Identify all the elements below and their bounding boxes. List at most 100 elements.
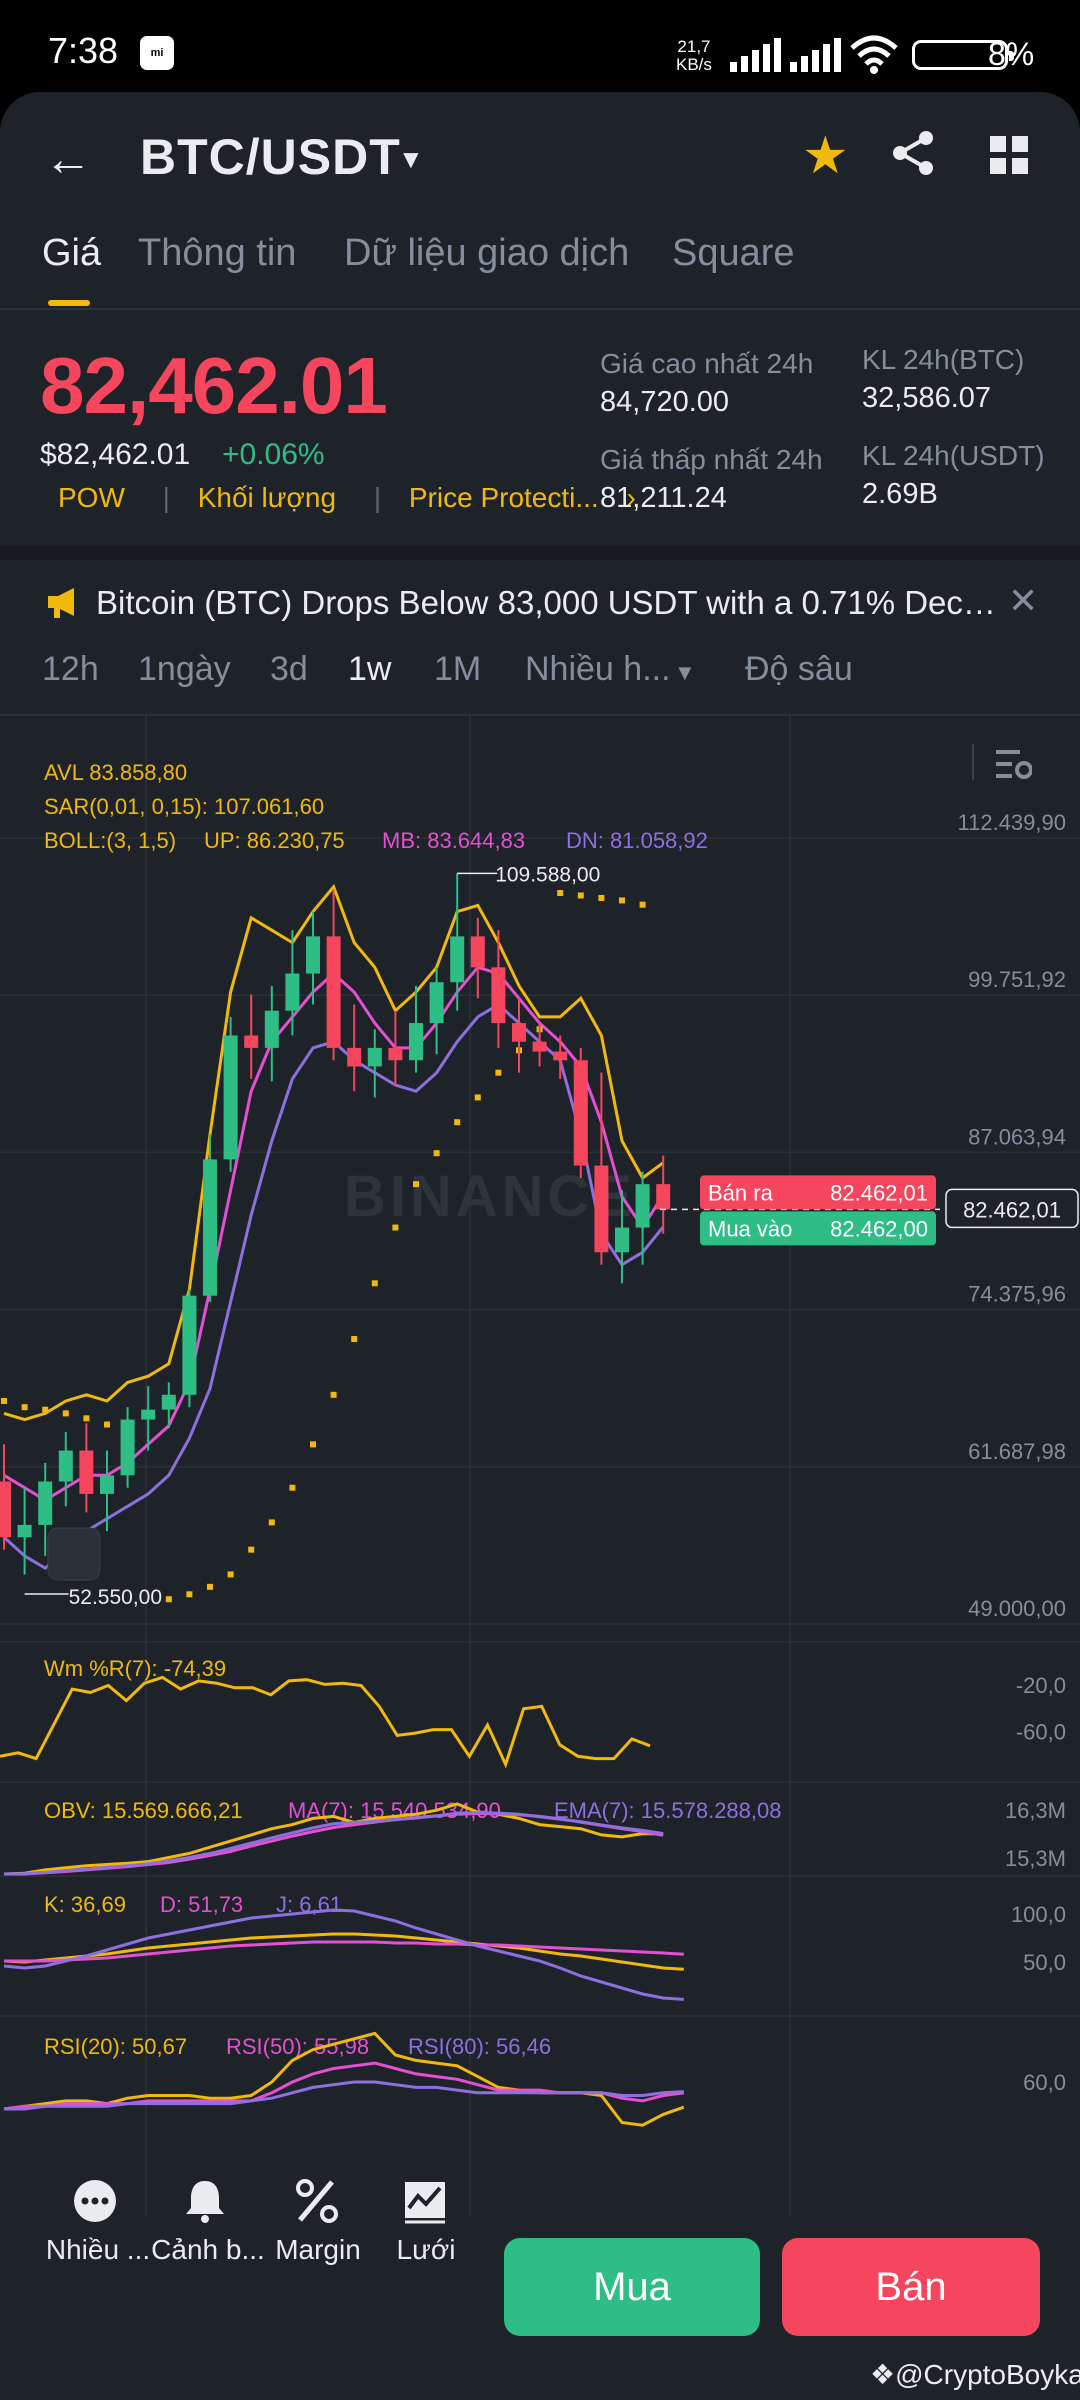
kdj-k-label: K: 36,69 [44,1892,126,1917]
vol-usdt-label: KL 24h(USDT) [862,440,1045,471]
tag-pow[interactable]: POW [58,482,125,513]
sar-dot [227,1571,234,1578]
close-icon[interactable]: ✕ [1008,580,1038,622]
section-tabs: Giá Thông tin Dữ liệu giao dịch Square [0,232,1080,312]
more-button[interactable]: Nhiều ... [38,2234,158,2266]
network-speed-value: 21,7 [677,37,711,56]
sar-dot [474,1094,481,1101]
low-24h-label: Giá thấp nhất 24h [600,444,823,475]
alert-button[interactable]: Cảnh b... [148,2234,268,2266]
candle-body [429,982,444,1024]
share-icon[interactable] [890,130,936,176]
timeframe-1d[interactable]: 1ngày [138,650,231,689]
usd-price: $82,462.01 [40,438,191,471]
timeframe-1w[interactable]: 1w [348,650,391,689]
vol-btc-value: 32,586.07 [862,382,992,414]
candle-body [553,1051,568,1061]
reset-zoom-icon [47,1527,101,1581]
sar-dot [310,1441,316,1448]
grid-menu-icon[interactable] [990,136,1028,174]
signal-icon [730,38,781,72]
min-price-label: 52.550,00 [69,1586,162,1609]
sar-dot [62,1410,69,1417]
sell-label: Bán ra [708,1180,774,1205]
candle-body [326,936,341,1048]
back-arrow-icon[interactable]: ← [44,132,92,187]
tab-info[interactable]: Thông tin [138,232,296,275]
candle-body [615,1227,629,1253]
boll-mb-label: MB: 83.644,83 [382,828,525,853]
candle-body [470,936,485,968]
sar-dot [83,1415,90,1422]
timeframe-more[interactable]: Nhiều h... [525,650,671,689]
rsi80-label: RSI(80): 56,46 [408,2034,551,2059]
candle-body [594,1165,609,1253]
megaphone-icon [48,588,74,618]
sar-dot [639,901,646,908]
obv-tick: 16,3M [1005,1798,1066,1823]
candle-body [120,1419,135,1476]
margin-percent-icon[interactable] [294,2178,340,2224]
tag-volume[interactable]: Khối lượng [198,482,336,513]
margin-button[interactable]: Margin [258,2234,378,2266]
y-axis-tick-label: 74.375,96 [968,1282,1066,1307]
news-ticker[interactable]: Bitcoin (BTC) Drops Below 83,000 USDT wi… [0,560,1080,644]
sar-dot [268,1519,275,1526]
tab-trading-data[interactable]: Dữ liệu giao dịch [344,232,629,275]
candle-body [223,1035,238,1160]
trading-pair-title[interactable]: BTC/USDT [140,128,401,186]
wr-tick: -20,0 [1016,1673,1066,1698]
signal-icon-2 [790,38,841,72]
tab-square[interactable]: Square [672,232,795,275]
sar-dot [104,1421,110,1428]
bell-icon[interactable] [182,2178,228,2224]
sar-dot [248,1546,255,1553]
candle-body [100,1475,114,1494]
watermark-text: @CryptoBoyka [895,2359,1080,2390]
candle-body [264,1010,279,1048]
candle-body [203,1159,217,1296]
status-time: 7:38 [48,30,119,71]
candle-body [244,1035,259,1048]
depth-tab[interactable]: Độ sâu [745,650,853,689]
price-change-percent: +0.06% [222,438,325,471]
candle-body [573,1060,588,1166]
status-bar: 7:38 mi 21,7 KB/s 8% [0,0,1080,100]
sar-dot [577,892,584,899]
y-axis-tick-label: 49.000,00 [968,1596,1066,1621]
rsi50-line [3,2061,684,2111]
chevron-down-icon[interactable]: ▼ [674,660,696,686]
obv-tick: 15,3M [1005,1846,1066,1871]
news-headline[interactable]: Bitcoin (BTC) Drops Below 83,000 USDT wi… [96,584,996,622]
more-dots-icon[interactable] [72,2178,118,2224]
candle-body [388,1047,403,1061]
candle-body [161,1394,176,1410]
tab-price[interactable]: Giá [42,232,101,275]
favorite-star-icon[interactable]: ★ [802,126,849,186]
avl-label: AVL 83.858,80 [44,760,187,785]
diamond-logo-icon: ❖ [870,2359,896,2390]
pair-dropdown-caret-icon[interactable]: ▼ [398,144,424,175]
timeframe-1m[interactable]: 1M [434,650,481,689]
sar-dot [330,1391,337,1398]
sar-dot [186,1591,193,1598]
tag-price-protection[interactable]: Price Protecti... [409,482,599,513]
price-chart[interactable]: 112.439,90 99.751,92 87.063,94 74.375,96 61.… [0,716,1080,2216]
buy-price: 82.462,00 [830,1216,928,1241]
vol-btc-label: KL 24h(BTC) [862,344,1025,375]
grid-trading-icon[interactable] [402,2178,448,2224]
network-speed: 21,7 KB/s [676,38,712,74]
grid-button[interactable]: Lưới [366,2234,486,2266]
buy-button[interactable]: Mua [504,2238,760,2336]
obv-label: OBV: 15.569.666,21 [44,1798,243,1823]
y-axis-tick-label: 61.687,98 [968,1439,1066,1464]
wifi-icon [850,35,898,74]
sar-dot [371,1280,378,1287]
sell-button[interactable]: Bán [782,2238,1040,2336]
sar-dot [42,1406,49,1413]
timeframe-12h[interactable]: 12h [42,650,99,689]
app-screen: ← BTC/USDT ▼ ★ Giá Thông tin Dữ liệu gia… [0,92,1080,2400]
sar-dot [1,1397,7,1404]
network-speed-unit: KB/s [676,55,712,74]
timeframe-3d[interactable]: 3d [270,650,308,689]
